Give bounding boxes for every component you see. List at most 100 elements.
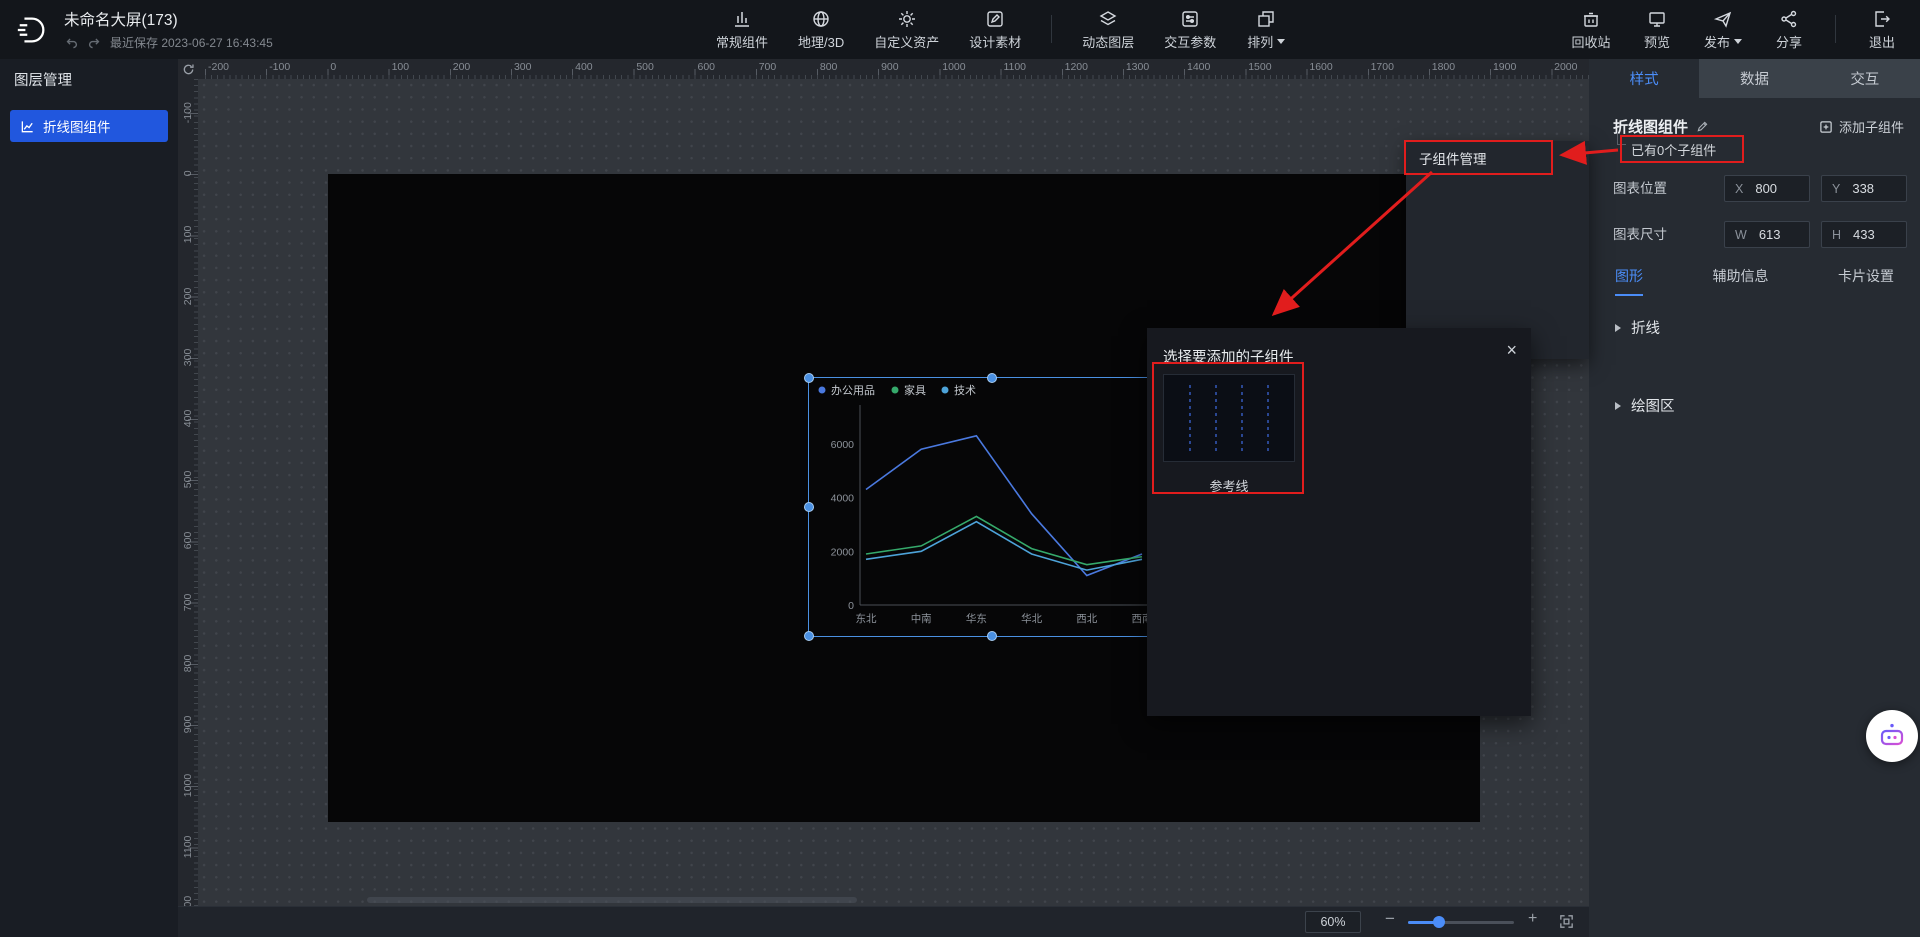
toolbar-dynamic-layers[interactable]: 动态图层 <box>1082 7 1134 51</box>
assistant-chat-button[interactable] <box>1866 710 1918 762</box>
chart-position-row: 图表位置 X 800 Y 338 <box>1613 175 1904 203</box>
ruler-tick-label: 1500 <box>1245 59 1306 79</box>
action-label: 预览 <box>1644 32 1670 51</box>
tab-data[interactable]: 数据 <box>1699 59 1809 98</box>
action-label: 回收站 <box>1571 32 1610 51</box>
ruler-tick-label: 1900 <box>1490 59 1551 79</box>
recycle-bin-icon <box>1581 7 1601 29</box>
ruler-tick-label: -200 <box>205 59 266 79</box>
subcomponent-count: 已有0个子组件 <box>1631 140 1716 159</box>
ruler-tick-label: 0 <box>178 143 198 204</box>
ruler-tick-label: 500 <box>633 59 694 79</box>
zoom-slider-handle[interactable] <box>1433 916 1445 928</box>
share-icon <box>1779 7 1799 29</box>
width-input[interactable]: W 613 <box>1724 221 1810 248</box>
resize-handle-bottom[interactable] <box>987 631 997 641</box>
selection-outline <box>808 377 1176 637</box>
subtab-aux-info[interactable]: 辅助信息 <box>1713 266 1769 296</box>
reference-line-label: 参考线 <box>1163 476 1295 495</box>
tree-connector <box>1617 131 1626 145</box>
toolbar-arrange[interactable]: 排列 <box>1246 7 1286 51</box>
undo-icon[interactable] <box>64 35 80 51</box>
toolbar-geo-3d[interactable]: 地理/3D <box>798 7 844 51</box>
fit-screen-icon <box>1558 913 1575 930</box>
close-icon[interactable]: × <box>1506 340 1517 361</box>
exit-button[interactable]: 退出 <box>1862 7 1902 51</box>
horizontal-ruler: -200-10001002003004005006007008009001000… <box>198 59 1589 79</box>
toolbar-common-components[interactable]: 常规组件 <box>716 7 768 51</box>
redo-icon[interactable] <box>87 35 103 51</box>
x-position-input[interactable]: X 800 <box>1724 175 1810 202</box>
ruler-tick-label: 600 <box>178 510 198 571</box>
app-logo[interactable] <box>12 10 52 50</box>
inspector-panel: 样式 数据 交互 折线图组件 添加子组件 已有0个子组件 图表位置 X 800 … <box>1589 59 1920 937</box>
recycle-bin-button[interactable]: 回收站 <box>1571 7 1611 51</box>
action-label: 退出 <box>1869 32 1895 51</box>
exit-icon <box>1872 7 1892 29</box>
w-prefix: W <box>1735 228 1747 242</box>
style-subtabs: 图形 辅助信息 卡片设置 <box>1589 266 1920 296</box>
monitor-icon <box>1647 7 1667 29</box>
ruler-tick-label: 1200 <box>1062 59 1123 79</box>
layer-item-label: 折线图组件 <box>43 116 111 136</box>
ruler-tick-label: 800 <box>178 633 198 694</box>
horizontal-scrollbar[interactable] <box>367 897 857 903</box>
zoom-in-button[interactable]: + <box>1528 910 1537 928</box>
fit-to-screen-button[interactable] <box>1558 913 1575 930</box>
resize-handle-bottom-left[interactable] <box>804 631 814 641</box>
globe-icon <box>811 7 831 29</box>
layer-panel: 图层管理 折线图组件 <box>0 59 178 937</box>
share-button[interactable]: 分享 <box>1769 7 1809 51</box>
arrange-icon <box>1256 7 1276 29</box>
gear-icon <box>897 7 917 29</box>
zoom-input[interactable]: 60% <box>1305 911 1361 933</box>
add-subcomponent-button[interactable]: 添加子组件 <box>1819 117 1904 136</box>
ruler-tick-label: 1600 <box>1306 59 1367 79</box>
height-input[interactable]: H 433 <box>1821 221 1907 248</box>
ruler-tick-label: 800 <box>817 59 878 79</box>
layer-item-line-chart[interactable]: 折线图组件 <box>10 110 168 142</box>
tab-style[interactable]: 样式 <box>1589 59 1699 98</box>
zoom-out-button[interactable]: − <box>1385 909 1395 929</box>
toolbar-separator <box>1051 15 1052 43</box>
layers-icon <box>1098 7 1118 29</box>
ruler-tick-label: 1000 <box>939 59 1000 79</box>
ruler-reset-button[interactable] <box>178 59 198 79</box>
last-saved-text: 最近保存 2023-06-27 16:43:45 <box>110 34 273 51</box>
section-line[interactable]: 折线 <box>1615 317 1660 338</box>
ruler-tick-label: 1000 <box>178 755 198 816</box>
ruler-tick-label: 400 <box>178 388 198 449</box>
ruler-tick-label: 1100 <box>178 816 198 877</box>
y-position-input[interactable]: Y 338 <box>1821 175 1907 202</box>
ruler-tick-label: 200 <box>450 59 511 79</box>
ruler-tick-label: -100 <box>266 59 327 79</box>
logo-icon <box>15 13 49 47</box>
reference-line-thumbnail[interactable] <box>1163 374 1295 462</box>
ruler-tick-label: 500 <box>178 449 198 510</box>
subtab-card-settings[interactable]: 卡片设置 <box>1838 266 1894 296</box>
zoom-slider-track[interactable] <box>1408 921 1514 924</box>
toolbar-custom-assets[interactable]: 自定义资产 <box>874 7 939 51</box>
bottom-bar: 60% − + <box>178 906 1589 937</box>
preview-button[interactable]: 预览 <box>1637 7 1677 51</box>
publish-button[interactable]: 发布 <box>1703 7 1743 51</box>
resize-handle-left[interactable] <box>804 502 814 512</box>
toolbar-separator <box>1835 15 1836 43</box>
toolbar-interaction-params[interactable]: 交互参数 <box>1164 7 1216 51</box>
tab-interaction[interactable]: 交互 <box>1810 59 1920 98</box>
inspector-tabs: 样式 数据 交互 <box>1589 59 1920 98</box>
toolbar-label: 排列 <box>1247 32 1273 51</box>
toolbar-label: 动态图层 <box>1082 32 1134 51</box>
section-plot-area[interactable]: 绘图区 <box>1615 395 1675 416</box>
edit-pencil-icon[interactable] <box>1696 120 1709 133</box>
resize-handle-top-left[interactable] <box>804 373 814 383</box>
modal-title: 选择要添加的子组件 <box>1163 346 1294 367</box>
reference-line-preview <box>1164 375 1294 461</box>
chevron-down-icon <box>1734 39 1742 44</box>
toolbar-label: 自定义资产 <box>874 32 939 51</box>
ruler-tick-label: 700 <box>756 59 817 79</box>
menu-item-subcomponent-management[interactable]: 子组件管理 <box>1406 141 1589 175</box>
resize-handle-top[interactable] <box>987 373 997 383</box>
toolbar-design-materials[interactable]: 设计素材 <box>969 7 1021 51</box>
subtab-graphic[interactable]: 图形 <box>1615 266 1643 296</box>
